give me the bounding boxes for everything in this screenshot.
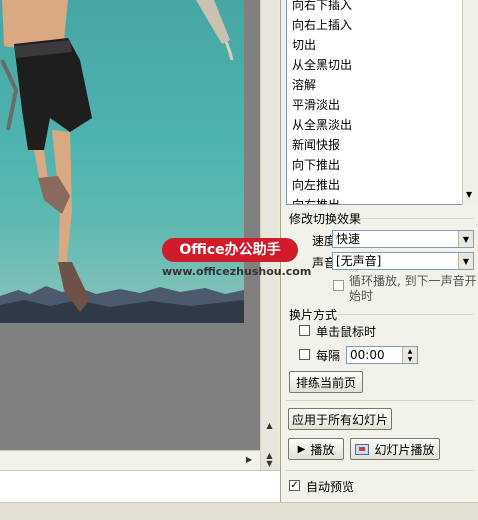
advance-slide-title: 换片方式 [289, 308, 338, 322]
watermark-url: www.officezhushou.com [162, 265, 312, 278]
effect-list-scrollbar[interactable]: ▼ [462, 0, 478, 205]
play-button-label: 播放 [310, 442, 335, 457]
slide-editing-area[interactable] [0, 0, 260, 450]
list-item[interactable]: 溶解 [287, 75, 465, 95]
scroll-right-icon[interactable]: ▶ [246, 455, 252, 464]
scroll-down-icon[interactable]: ▼ [466, 190, 472, 199]
scroll-page-down-icon[interactable]: ▼ [261, 456, 278, 470]
chevron-down-icon[interactable]: ▼ [458, 253, 473, 269]
speed-select-value: 快速 [336, 232, 361, 246]
autopreview-checkbox[interactable]: ✓ [289, 480, 300, 491]
slide-horizontal-scrollbar[interactable]: ▶ [0, 450, 260, 470]
list-item[interactable]: 向右上插入 [287, 15, 465, 35]
play-button[interactable]: ▶ 播放 [288, 438, 344, 460]
list-item[interactable]: 向下推出 [287, 155, 465, 175]
watermark-brand: Office办公助手 [162, 238, 298, 262]
autopreview-label: 自动预览 [306, 480, 355, 494]
section-divider [338, 314, 474, 315]
every-label: 每隔 [316, 349, 341, 363]
on-click-label: 单击鼠标时 [316, 325, 377, 339]
list-item[interactable]: 从全黑淡出 [287, 115, 465, 135]
loop-sound-checkbox[interactable] [333, 280, 344, 291]
watermark-logo: Office办公助手 www.officezhushou.com [162, 238, 312, 284]
rehearse-button[interactable]: 排练当前页 [289, 371, 363, 393]
list-item[interactable]: 新闻快报 [287, 135, 465, 155]
sound-select[interactable]: [无声音] ▼ [332, 252, 474, 270]
modify-transition-title: 修改切换效果 [289, 212, 362, 226]
slide-vertical-scrollbar[interactable]: ▲ ▲ ▼ [260, 0, 277, 470]
stepper-down-icon[interactable]: ▼ [402, 355, 417, 363]
sound-select-value: [无声音] [336, 254, 382, 268]
play-icon: ▶ [297, 443, 306, 455]
slideshow-button[interactable]: 幻灯片播放 [350, 438, 440, 460]
section-divider [286, 470, 474, 471]
slideshow-button-label: 幻灯片播放 [374, 442, 435, 457]
apply-all-slides-button[interactable]: 应用于所有幻灯片 [288, 408, 392, 430]
list-item[interactable]: 切出 [287, 35, 465, 55]
list-item[interactable]: 平滑淡出 [287, 95, 465, 115]
on-click-checkbox[interactable] [299, 325, 310, 336]
list-item[interactable]: 从全黑切出 [287, 55, 465, 75]
stepper-up-icon[interactable]: ▲ [402, 347, 417, 355]
list-item[interactable]: 向右下插入 [287, 0, 465, 15]
list-item[interactable]: 向右推出 [287, 195, 465, 204]
every-time-value: 00:00 [350, 348, 385, 362]
list-item[interactable]: 向左推出 [287, 175, 465, 195]
slideshow-icon [355, 443, 370, 455]
every-time-stepper[interactable]: 00:00 ▲ ▼ [346, 346, 418, 364]
section-divider [360, 218, 474, 219]
speed-select[interactable]: 快速 ▼ [332, 230, 474, 248]
every-checkbox[interactable] [299, 349, 310, 360]
scroll-up-icon[interactable]: ▲ [261, 418, 278, 432]
chevron-down-icon[interactable]: ▼ [458, 231, 473, 247]
loop-sound-label: 循环播放, 到下一声音开 始时 [349, 274, 477, 303]
section-divider [286, 400, 474, 401]
status-bar [0, 502, 478, 520]
transition-effect-list[interactable]: 向右下插入 向右上插入 切出 从全黑切出 溶解 平滑淡出 从全黑淡出 新闻快报 … [286, 0, 466, 205]
